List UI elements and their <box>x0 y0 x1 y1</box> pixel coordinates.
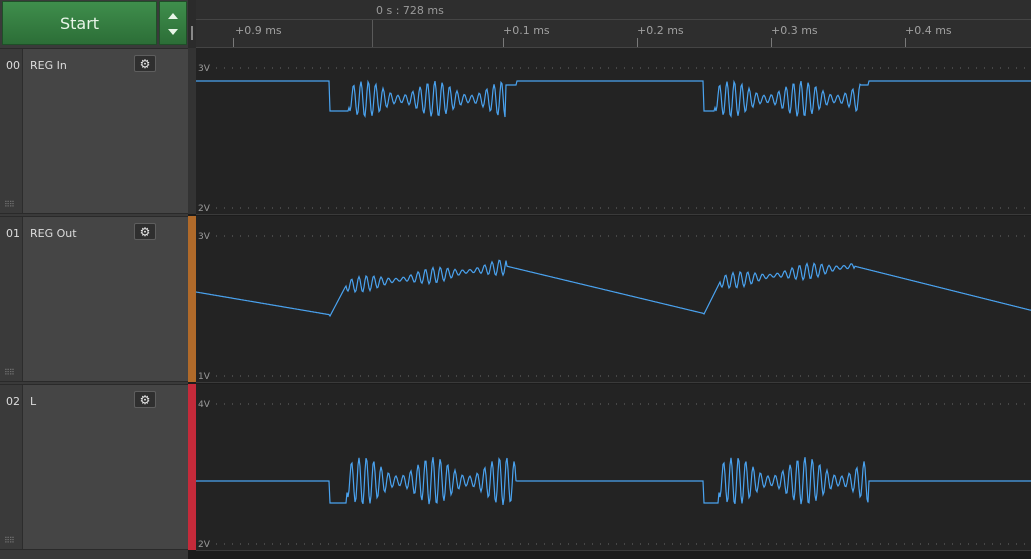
channel-color-strip <box>188 216 196 382</box>
channel-color-strip <box>188 48 196 214</box>
voltage-label-top: 4V <box>198 400 211 410</box>
channel-number: 00 <box>6 59 20 72</box>
grip-icon[interactable]: ⠿⠿ <box>4 536 15 545</box>
channel-number: 01 <box>6 227 20 240</box>
tick-label: +0.1 ms <box>503 24 550 37</box>
voltage-label-bottom: 2V <box>198 540 211 550</box>
arrow-down-icon <box>168 29 178 35</box>
channel-panel: Start 00 REG In ⚙ ⠿⠿ 01 REG Out ⚙ ⠿⠿ 02 … <box>0 0 188 559</box>
gear-icon[interactable]: ⚙ <box>134 391 156 408</box>
voltage-label-bottom: 2V <box>198 204 211 214</box>
start-label: Start <box>59 13 100 33</box>
grip-icon[interactable]: ⠿⠿ <box>4 368 15 377</box>
channel-lane[interactable]: 4V 2V <box>196 384 1031 551</box>
channel-lane[interactable]: 3V 1V <box>196 216 1031 383</box>
grip-icon[interactable]: ⠿⠿ <box>4 200 15 209</box>
channel-color-strip <box>188 384 196 550</box>
gear-icon[interactable]: ⚙ <box>134 55 156 72</box>
arrow-up-icon <box>168 13 178 19</box>
start-options-button[interactable] <box>159 1 187 45</box>
tick-label: +0.4 ms <box>905 24 952 37</box>
channel-name: REG In <box>30 59 67 72</box>
channel-number-box: 00 <box>0 49 23 213</box>
panel-splitter[interactable] <box>188 0 196 48</box>
cursor-line <box>372 20 373 47</box>
waveform-plot[interactable]: 3V 2V 3V 1V 4V 2V <box>196 48 1031 559</box>
channel-lane[interactable]: 3V 2V <box>196 48 1031 215</box>
splitter-handle[interactable] <box>191 26 193 40</box>
tick-mark <box>905 38 906 47</box>
start-button[interactable]: Start <box>2 1 157 45</box>
gear-icon[interactable]: ⚙ <box>134 223 156 240</box>
channel-row-00[interactable]: 00 REG In ⚙ ⠿⠿ <box>0 48 188 214</box>
tick-mark <box>771 38 772 47</box>
time-ruler[interactable]: 0 s : 728 ms +0.9 ms +0.1 ms +0.2 ms +0.… <box>196 0 1031 48</box>
channel-number-box: 02 <box>0 385 23 549</box>
channel-name: REG Out <box>30 227 77 240</box>
voltage-label-top: 3V <box>198 64 211 74</box>
tick-label: +0.2 ms <box>637 24 684 37</box>
channel-number-box: 01 <box>0 217 23 381</box>
tick-label: +0.3 ms <box>771 24 818 37</box>
tick-mark <box>503 38 504 47</box>
ruler-divider <box>196 19 1031 20</box>
cursor-time: 0 s : 728 ms <box>376 4 444 17</box>
tick-mark <box>233 38 234 47</box>
voltage-label-top: 3V <box>198 232 211 242</box>
tick-mark <box>637 38 638 47</box>
channel-row-02[interactable]: 02 L ⚙ ⠿⠿ <box>0 384 188 550</box>
channel-name: L <box>30 395 37 408</box>
tick-label: +0.9 ms <box>235 24 282 37</box>
channel-number: 02 <box>6 395 20 408</box>
voltage-label-bottom: 1V <box>198 372 211 382</box>
channel-row-01[interactable]: 01 REG Out ⚙ ⠿⠿ <box>0 216 188 382</box>
